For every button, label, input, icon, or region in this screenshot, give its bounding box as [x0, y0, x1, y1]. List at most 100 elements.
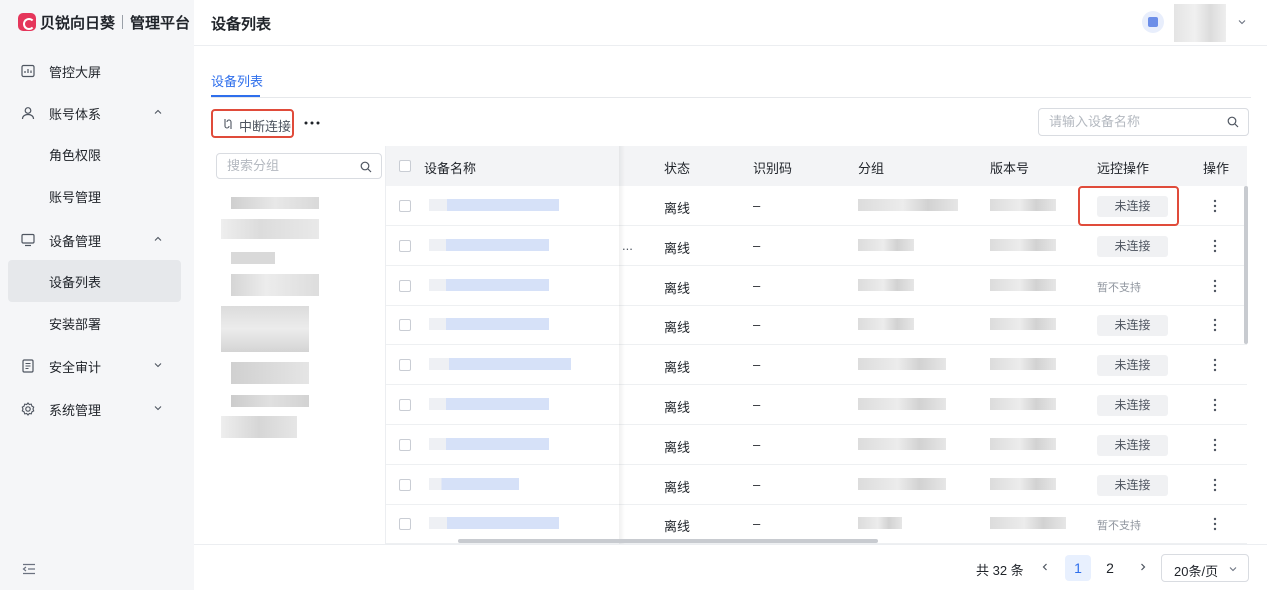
row-more-icon[interactable] [1208, 436, 1222, 454]
id-code-cell: – [753, 436, 761, 452]
group-item-redacted[interactable] [231, 252, 275, 264]
group-item-redacted[interactable] [231, 274, 319, 296]
page-size-label: 20条/页 [1174, 564, 1219, 579]
highlight-annotation [1078, 186, 1179, 226]
search-icon[interactable] [360, 161, 372, 173]
collapse-sidebar-icon[interactable] [22, 563, 36, 575]
column-header-version[interactable]: 版本号 [990, 158, 1029, 177]
page-2-button[interactable]: 2 [1097, 555, 1123, 581]
row-checkbox[interactable] [399, 478, 411, 491]
sidebar-item-system-management[interactable]: 系统管理 [8, 388, 181, 430]
group-cell-redacted [858, 358, 946, 371]
group-item-redacted[interactable] [221, 219, 319, 239]
group-cell-redacted [858, 398, 946, 410]
next-page-icon[interactable] [1138, 562, 1148, 572]
device-name-redacted[interactable] [429, 238, 549, 251]
vertical-scrollbar[interactable] [1244, 186, 1248, 344]
device-name-redacted[interactable] [429, 517, 559, 530]
group-item-redacted[interactable] [221, 416, 297, 438]
row-more-icon[interactable] [1208, 316, 1222, 334]
user-name-redacted[interactable] [1174, 4, 1226, 42]
device-search-box[interactable] [1038, 108, 1249, 136]
group-search-input[interactable] [227, 158, 352, 173]
table-header: 设备名称 状态 识别码 分组 版本号 远控操作 操作 [386, 146, 1247, 186]
column-header-status[interactable]: 状态 [664, 158, 690, 177]
row-more-icon[interactable] [1208, 476, 1222, 494]
row-checkbox[interactable] [399, 399, 411, 411]
table-row[interactable]: 离线 – 未连接 [386, 345, 1247, 386]
sidebar-item-dashboard[interactable]: 管控大屏 [8, 50, 181, 92]
row-more-icon[interactable] [1208, 396, 1222, 414]
device-search-input[interactable] [1049, 114, 1219, 129]
sidebar-item-device-management[interactable]: 设备管理 [8, 219, 181, 261]
remote-connect-button[interactable]: 未连接 [1097, 434, 1168, 456]
more-actions-icon[interactable] [301, 112, 323, 134]
row-more-icon[interactable] [1208, 237, 1222, 255]
row-more-icon[interactable] [1208, 277, 1222, 295]
sidebar-item-device-list[interactable]: 设备列表 [8, 260, 181, 302]
main-content: 设备列表 中断连接 设备名称 状态 识别码 分组 版本号 [194, 46, 1267, 590]
chevron-up-icon [154, 236, 162, 241]
select-all-checkbox[interactable] [399, 160, 411, 172]
table-row[interactable]: 离线 – 暂不支持 [386, 266, 1247, 306]
status-cell: 离线 [664, 240, 691, 256]
table-row[interactable]: ... 离线 – 未连接 [386, 226, 1247, 266]
row-checkbox[interactable] [399, 359, 411, 372]
device-name-redacted[interactable] [429, 199, 559, 211]
row-checkbox[interactable] [399, 319, 411, 332]
group-item-redacted[interactable] [221, 306, 309, 352]
page-size-select[interactable]: 20条/页 [1161, 554, 1249, 582]
table-row[interactable]: 离线 – 未连接 [386, 425, 1247, 465]
disconnect-button[interactable]: 中断连接 [211, 109, 294, 138]
horizontal-scrollbar[interactable] [458, 539, 878, 543]
search-icon[interactable] [1227, 116, 1239, 128]
column-header-id-code[interactable]: 识别码 [753, 158, 792, 177]
chevron-down-icon[interactable] [1237, 17, 1247, 27]
brand-logo[interactable]: 贝锐向日葵 管理平台 [18, 12, 190, 32]
group-item-redacted[interactable] [231, 362, 309, 384]
row-more-icon[interactable] [1208, 356, 1222, 374]
table-row[interactable]: 离线 – 未连接 [386, 305, 1247, 346]
row-checkbox[interactable] [399, 438, 411, 451]
group-item-redacted[interactable] [231, 197, 319, 209]
group-search-box[interactable] [216, 153, 382, 179]
row-checkbox[interactable] [399, 239, 411, 252]
group-item-redacted[interactable] [231, 395, 309, 407]
sidebar-item-account-management[interactable]: 账号管理 [8, 175, 181, 217]
sidebar-item-install-deploy[interactable]: 安装部署 [8, 302, 181, 344]
column-header-device-name[interactable]: 设备名称 [424, 158, 476, 177]
version-cell-redacted [990, 398, 1056, 410]
table-row[interactable]: 离线 – 未连接 [386, 385, 1247, 425]
row-more-icon[interactable] [1208, 515, 1222, 533]
remote-connect-button[interactable]: 未连接 [1097, 315, 1168, 337]
row-checkbox[interactable] [399, 279, 411, 292]
column-header-remote-control[interactable]: 远控操作 [1097, 158, 1149, 177]
dashboard-icon [21, 64, 35, 78]
tab-device-list[interactable]: 设备列表 [211, 71, 263, 90]
page-1-button[interactable]: 1 [1065, 555, 1091, 581]
column-header-actions[interactable]: 操作 [1203, 158, 1229, 177]
sidebar-item-label: 账号管理 [49, 189, 102, 205]
remote-connect-button[interactable]: 未连接 [1097, 355, 1168, 377]
brand-divider [122, 15, 124, 29]
column-header-group[interactable]: 分组 [858, 158, 884, 177]
device-name-redacted[interactable] [429, 437, 549, 450]
device-name-redacted[interactable] [429, 278, 549, 291]
sidebar: 贝锐向日葵 管理平台 管控大屏 账号体系 角色权限 账号管理 设备管理 设备列表… [0, 0, 194, 590]
device-name-redacted[interactable] [429, 477, 519, 490]
table-row[interactable]: 离线 – 未连接 [386, 465, 1247, 505]
sidebar-item-roles[interactable]: 角色权限 [8, 133, 181, 175]
device-name-redacted[interactable] [429, 318, 549, 331]
row-more-icon[interactable] [1208, 197, 1222, 215]
remote-connect-button[interactable]: 未连接 [1097, 235, 1168, 257]
row-checkbox[interactable] [399, 200, 411, 212]
sidebar-item-security-audit[interactable]: 安全审计 [8, 345, 181, 387]
sidebar-item-accounts[interactable]: 账号体系 [8, 92, 181, 134]
prev-page-icon[interactable] [1040, 562, 1050, 572]
remote-connect-button[interactable]: 未连接 [1097, 474, 1168, 496]
organization-avatar-icon[interactable] [1142, 11, 1164, 33]
device-name-redacted[interactable] [429, 398, 549, 410]
remote-connect-button[interactable]: 未连接 [1097, 395, 1168, 416]
device-name-redacted[interactable] [429, 358, 571, 371]
row-checkbox[interactable] [399, 518, 411, 531]
